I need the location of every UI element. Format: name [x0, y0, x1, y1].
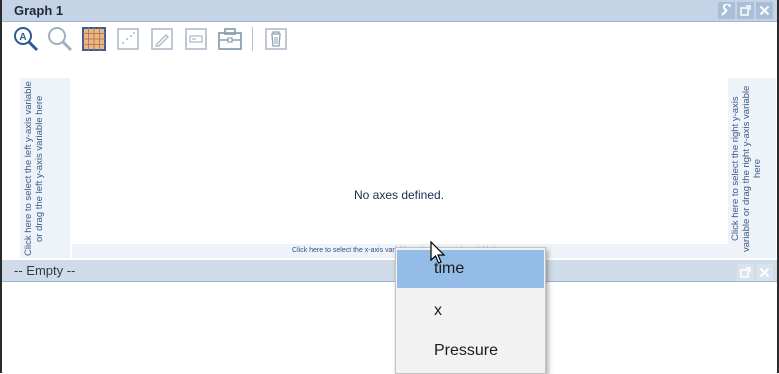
graph-panel-title: Graph 1	[14, 3, 64, 18]
grid-icon[interactable]	[80, 26, 107, 53]
undock-icon[interactable]	[737, 264, 754, 281]
graph-panel-window-buttons	[718, 2, 773, 19]
zoom-axes-icon[interactable]: A	[12, 26, 39, 53]
left-y-axis-hint: Click here to select the left y-axis var…	[23, 80, 45, 256]
menu-item-pressure[interactable]: Pressure	[397, 332, 544, 370]
variable-context-menu: time x Pressure	[395, 247, 546, 374]
delete-icon[interactable]	[262, 26, 289, 53]
left-y-axis-drop-zone[interactable]: Click here to select the left y-axis var…	[20, 78, 70, 258]
no-axes-message: No axes defined.	[353, 188, 445, 202]
close-icon[interactable]	[756, 264, 773, 281]
graph-plot-area[interactable]	[20, 78, 772, 243]
scatter-icon[interactable]	[114, 26, 141, 53]
menu-item-time[interactable]: time	[397, 250, 544, 288]
app-window: Graph 1 A Click here to select the left …	[0, 0, 779, 374]
empty-panel-window-buttons	[737, 264, 773, 281]
wrench-icon[interactable]	[718, 2, 735, 19]
empty-panel-body[interactable]	[4, 283, 775, 373]
legend-icon[interactable]	[182, 26, 209, 53]
empty-panel-title: -- Empty --	[14, 263, 76, 278]
undock-icon[interactable]	[737, 2, 754, 19]
svg-text:A: A	[19, 32, 26, 43]
graph-toolbar: A	[12, 24, 289, 54]
graph-panel-title-bar: Graph 1	[2, 0, 777, 22]
right-y-axis-hint: Click here to select the right y-axis va…	[730, 84, 763, 252]
right-y-axis-drop-zone[interactable]: Click here to select the right y-axis va…	[728, 78, 776, 258]
empty-panel-title-bar: -- Empty --	[2, 260, 777, 282]
toolbox-icon[interactable]	[216, 26, 243, 53]
close-icon[interactable]	[756, 2, 773, 19]
zoom-icon[interactable]	[46, 26, 73, 53]
toolbar-separator	[252, 27, 253, 51]
edit-icon[interactable]	[148, 26, 175, 53]
menu-item-x[interactable]: x	[397, 292, 544, 330]
